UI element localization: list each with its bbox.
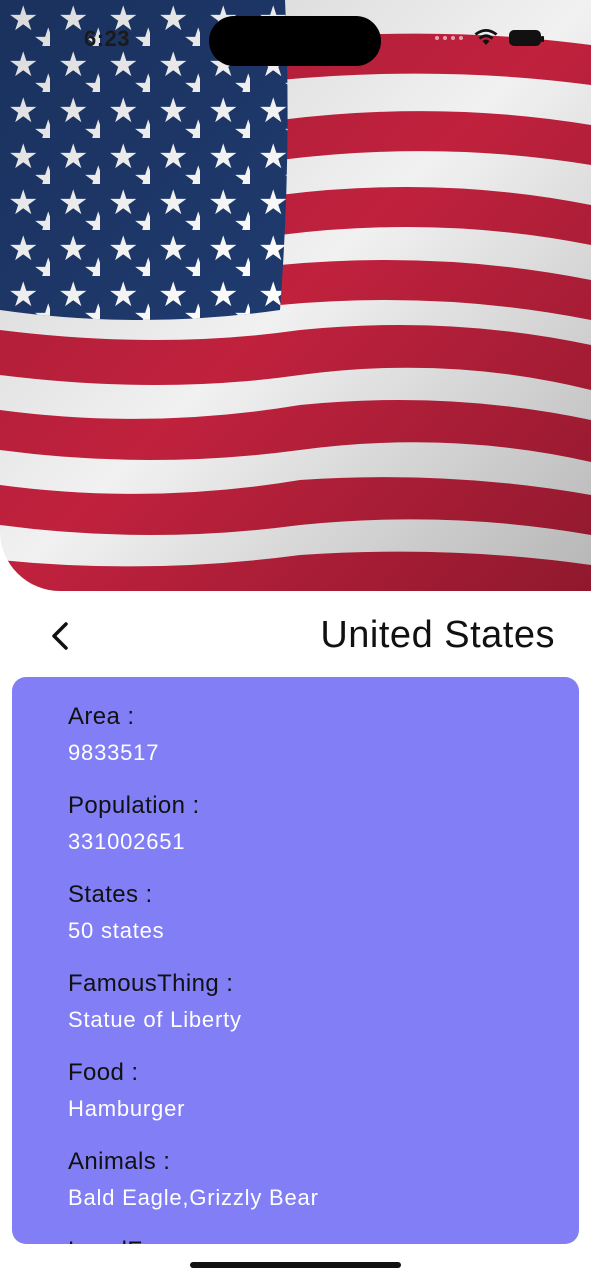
field-value: Statue of Liberty [68,1007,242,1032]
us-flag-image: ★ ★ [0,0,591,591]
status-icons [435,28,544,48]
field-value: 9833517 [68,740,160,765]
header-bar: United States [0,600,591,670]
field-label: Population : [68,792,200,819]
info-item-local-food: LocalF [68,1235,559,1244]
info-item-states: States : 50 states [68,879,559,968]
dynamic-island [209,16,381,66]
wifi-icon [474,29,498,45]
info-list: Area : 9833517 Population : 331002651 St… [68,701,559,1244]
hero-flag-image: ★ ★ [0,0,591,591]
back-button[interactable] [38,614,82,658]
field-value: 50 states [68,918,165,943]
country-title: United States [320,614,555,656]
info-item-area: Area : 9833517 [68,701,559,790]
field-label: LocalF [68,1235,559,1244]
field-value: Bald Eagle,Grizzly Bear [68,1185,319,1210]
status-time: 6:23 [84,26,131,51]
field-label: States : [68,881,153,908]
info-item-animals: Animals : Bald Eagle,Grizzly Bear [68,1146,559,1235]
battery-icon [509,30,544,46]
info-item-population: Population : 331002651 [68,790,559,879]
field-value: Hamburger [68,1096,186,1121]
country-info-card[interactable]: Area : 9833517 Population : 331002651 St… [12,677,579,1244]
info-item-famous-thing: FamousThing : Statue of Liberty [68,968,559,1057]
field-label: Animals : [68,1148,171,1175]
field-value: 331002651 [68,829,186,854]
info-item-food: Food : Hamburger [68,1057,559,1146]
home-indicator[interactable] [190,1262,401,1268]
chevron-left-icon [52,622,68,650]
field-label: Area : [68,703,135,730]
field-label: Food : [68,1059,139,1086]
field-label: FamousThing : [68,970,234,997]
signal-icon [435,36,463,40]
